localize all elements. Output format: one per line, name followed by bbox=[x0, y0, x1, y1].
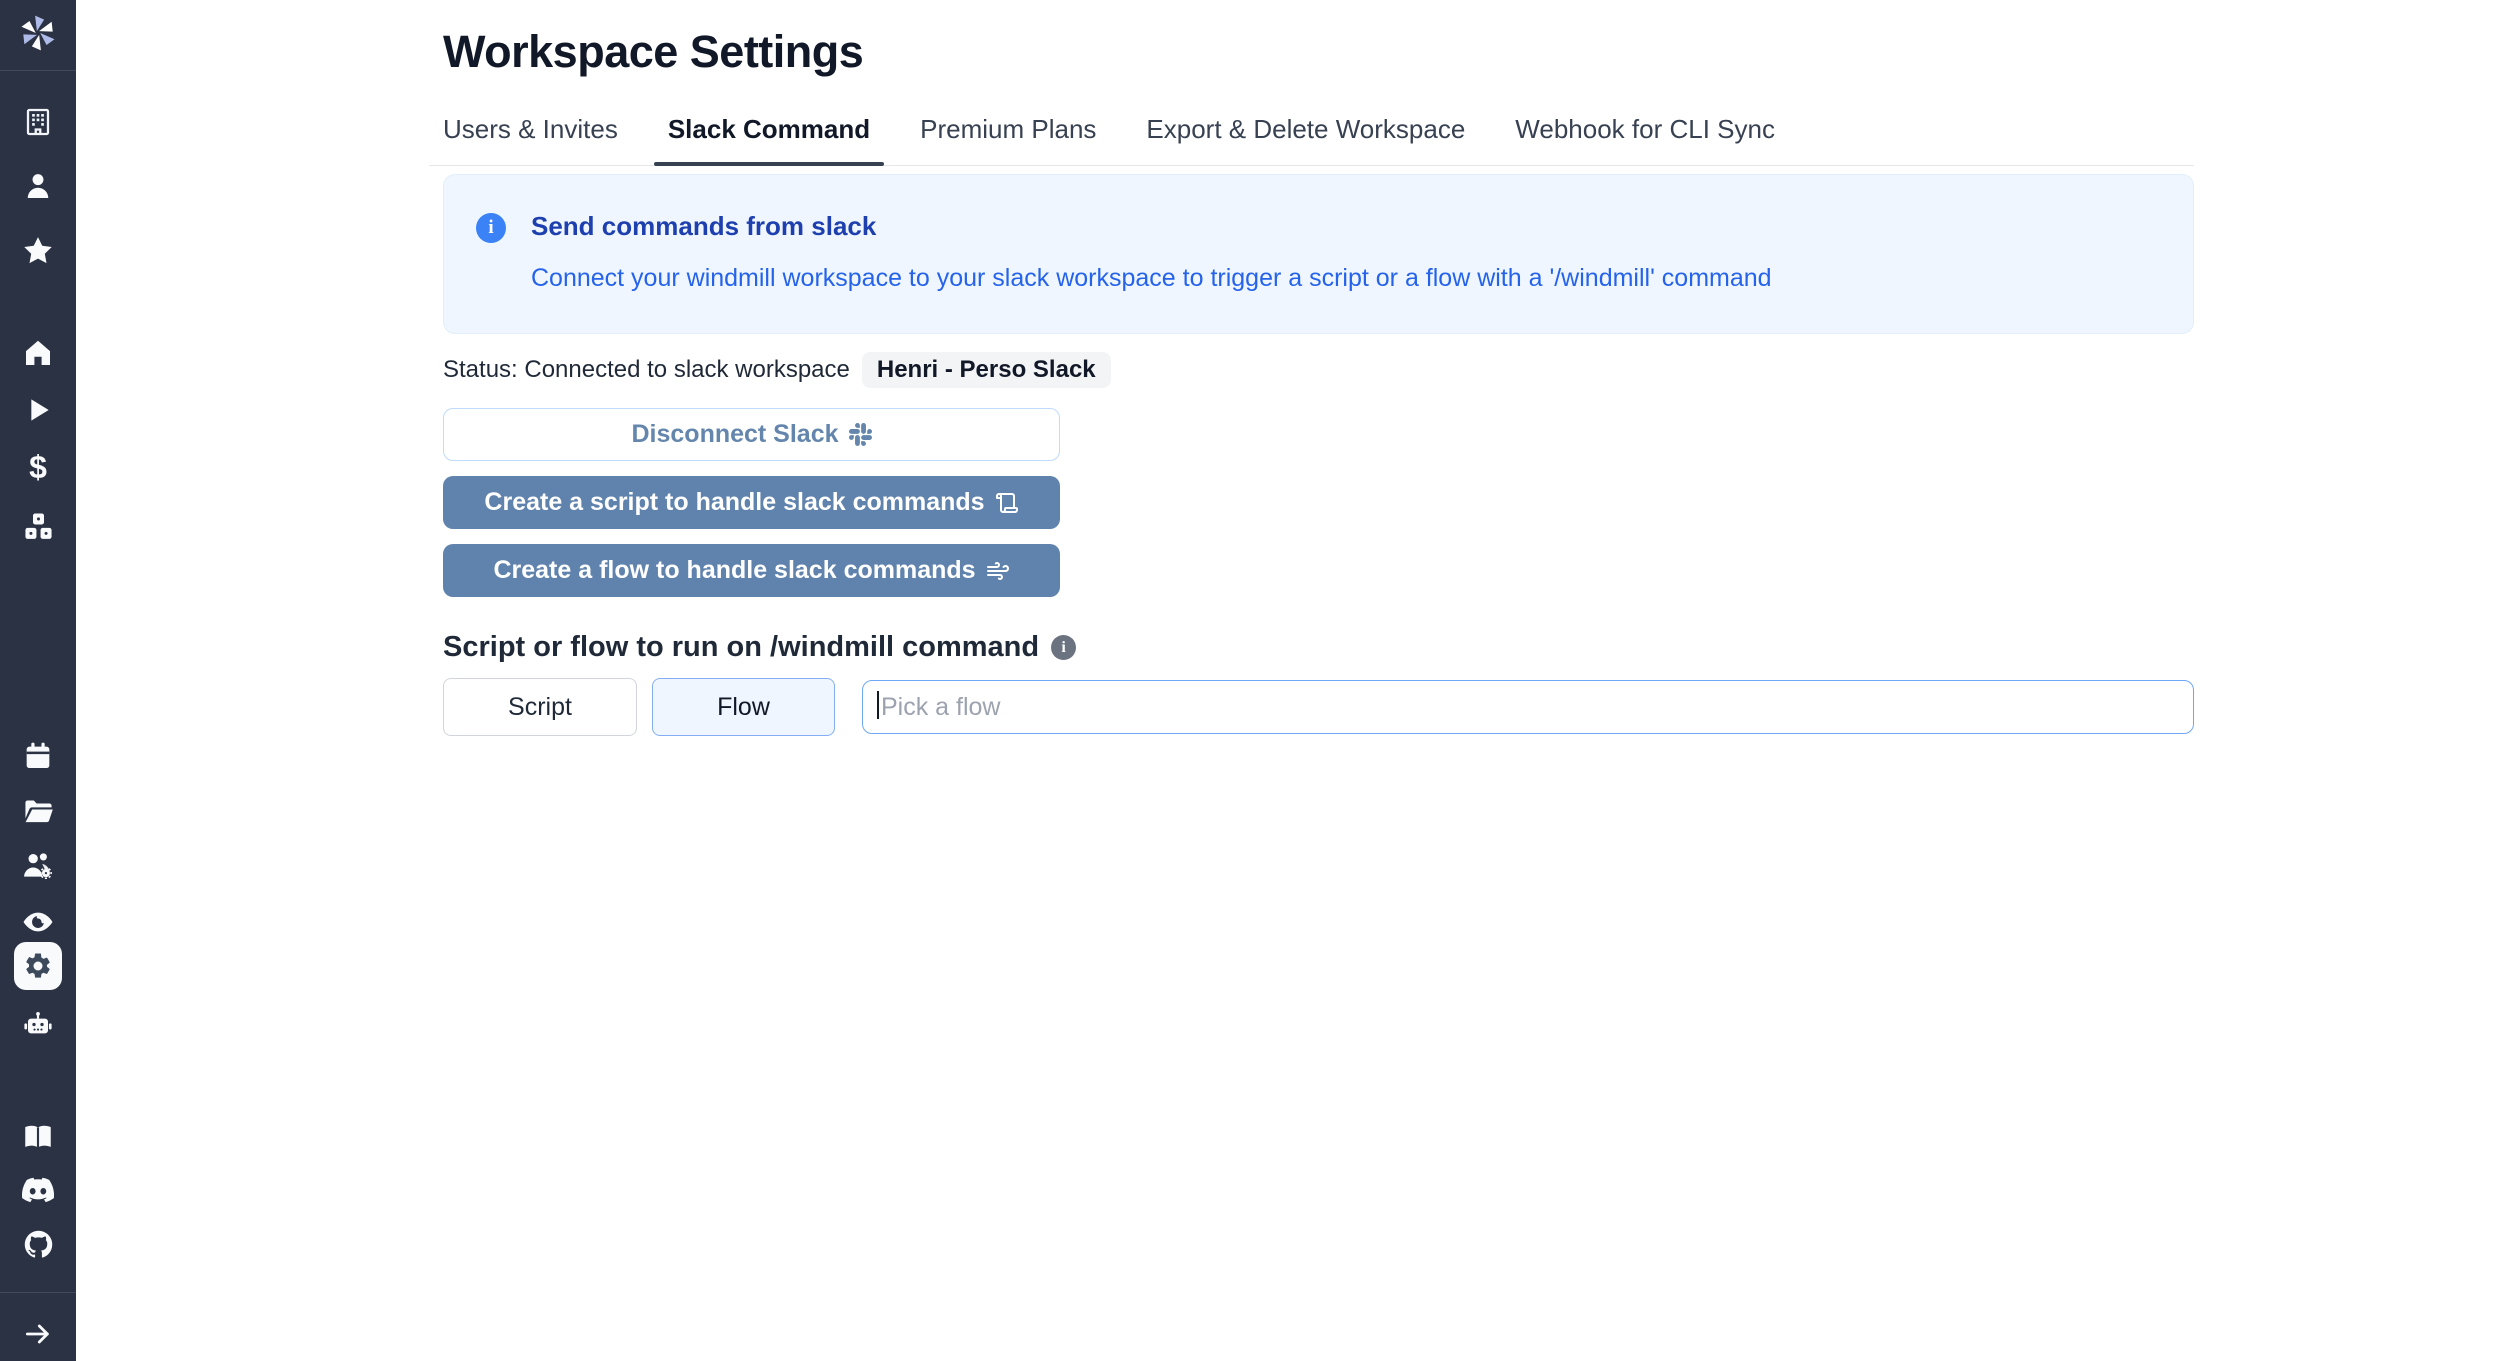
create-flow-label: Create a flow to handle slack commands bbox=[493, 556, 976, 584]
sidebar-item-settings[interactable] bbox=[0, 942, 76, 990]
slack-workspace-badge: Henri - Perso Slack bbox=[861, 352, 1111, 388]
sidebar-divider bbox=[0, 70, 76, 71]
flow-toggle-button[interactable]: Flow bbox=[652, 678, 835, 736]
sidebar-divider bbox=[0, 1292, 76, 1293]
tab-webhook-cli-sync[interactable]: Webhook for CLI Sync bbox=[1501, 108, 1789, 165]
windmill-logo[interactable] bbox=[0, 12, 76, 54]
eye-icon[interactable] bbox=[0, 905, 76, 939]
home-icon[interactable] bbox=[0, 337, 76, 369]
info-banner: i Send commands from slack Connect your … bbox=[443, 174, 2194, 334]
boxes-icon[interactable] bbox=[0, 510, 76, 543]
text-caret bbox=[877, 691, 879, 719]
building-icon[interactable] bbox=[0, 106, 76, 138]
tab-slack-command[interactable]: Slack Command bbox=[653, 108, 885, 166]
disconnect-slack-button[interactable]: Disconnect Slack bbox=[443, 408, 1060, 461]
info-banner-title: Send commands from slack bbox=[531, 211, 877, 241]
arrow-right-icon[interactable] bbox=[0, 1318, 76, 1350]
github-icon[interactable] bbox=[0, 1228, 76, 1261]
create-script-button[interactable]: Create a script to handle slack commands bbox=[443, 476, 1060, 529]
script-toggle-button[interactable]: Script bbox=[443, 678, 637, 736]
tab-premium-plans[interactable]: Premium Plans bbox=[906, 108, 1110, 165]
create-script-label: Create a script to handle slack commands bbox=[484, 488, 985, 516]
tab-users-invites[interactable]: Users & Invites bbox=[429, 108, 632, 165]
dollar-icon[interactable]: $ bbox=[0, 451, 76, 483]
calendar-icon[interactable] bbox=[0, 740, 76, 772]
gear-icon bbox=[26, 953, 50, 978]
tab-export-delete-workspace[interactable]: Export & Delete Workspace bbox=[1132, 108, 1479, 165]
disconnect-slack-label: Disconnect Slack bbox=[631, 420, 839, 448]
play-icon[interactable] bbox=[0, 394, 76, 426]
page-title: Workspace Settings bbox=[443, 26, 864, 77]
wind-icon bbox=[986, 561, 1009, 580]
info-icon: i bbox=[476, 213, 506, 243]
command-section-heading: Script or flow to run on /windmill comma… bbox=[443, 631, 1040, 663]
flow-picker-input[interactable] bbox=[862, 680, 2194, 734]
book-open-icon[interactable] bbox=[0, 1120, 76, 1154]
active-settings-tile bbox=[14, 942, 62, 990]
slack-icon bbox=[848, 423, 872, 446]
dollar-glyph: $ bbox=[29, 449, 47, 485]
info-icon[interactable]: i bbox=[1051, 635, 1077, 660]
robot-icon[interactable] bbox=[0, 1008, 76, 1040]
folder-open-icon[interactable] bbox=[0, 795, 76, 828]
user-icon[interactable] bbox=[0, 170, 76, 202]
main-panel: Workspace Settings Users & Invites Slack… bbox=[76, 0, 2500, 1361]
settings-tabs: Users & Invites Slack Command Premium Pl… bbox=[429, 108, 2194, 166]
sidebar: $ bbox=[0, 0, 76, 1361]
discord-icon[interactable] bbox=[0, 1174, 76, 1206]
scroll-icon bbox=[995, 492, 1018, 513]
info-banner-link[interactable]: Connect your windmill workspace to your … bbox=[531, 264, 1772, 293]
users-gear-icon[interactable] bbox=[0, 849, 76, 883]
status-label: Status: Connected to slack workspace bbox=[443, 356, 850, 383]
create-flow-button[interactable]: Create a flow to handle slack commands bbox=[443, 544, 1060, 597]
star-icon[interactable] bbox=[0, 234, 76, 268]
